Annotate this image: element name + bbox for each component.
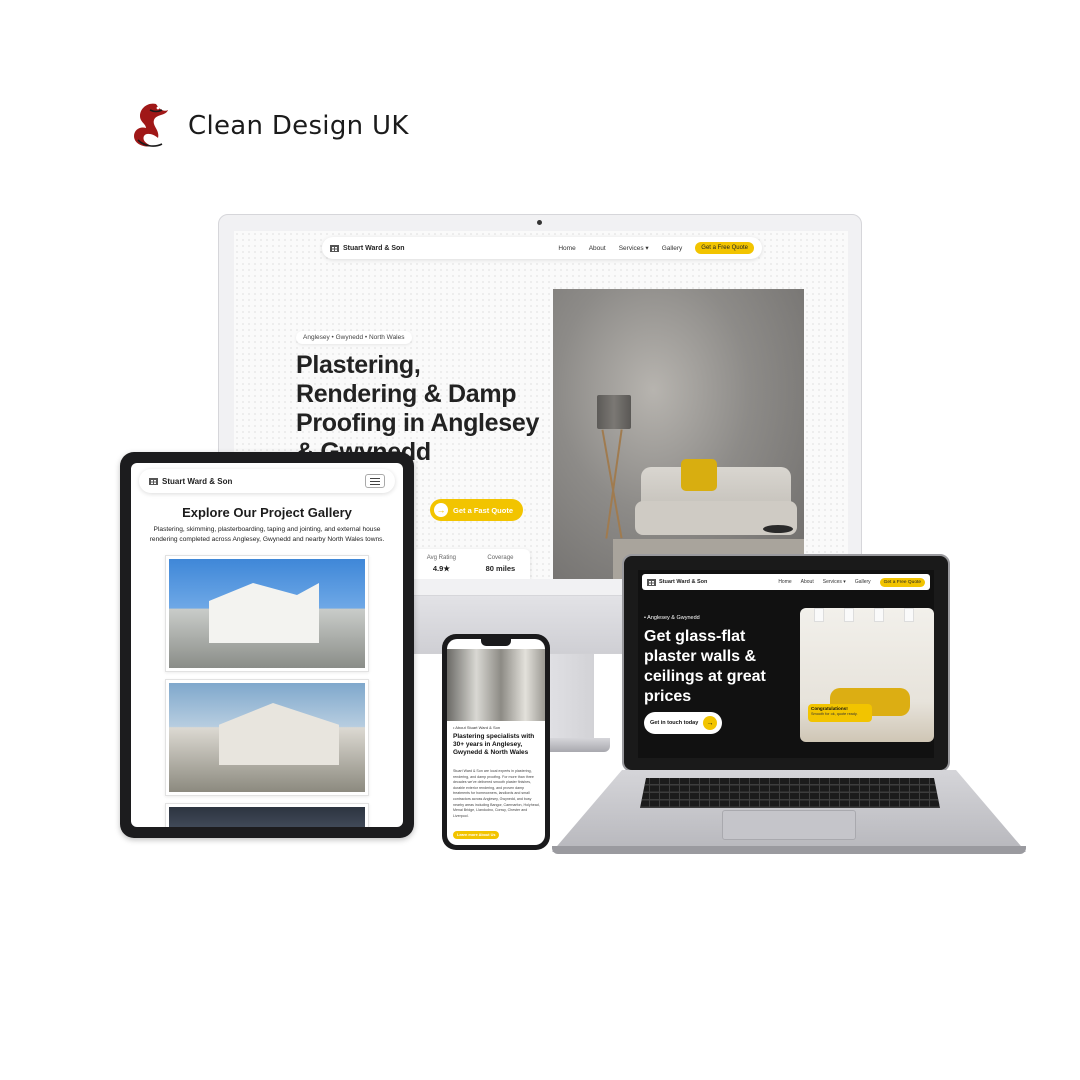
laptop-keyboard	[640, 778, 940, 808]
gallery-photo-rendered-house	[169, 683, 365, 792]
brick-icon	[647, 578, 656, 586]
desktop-logo[interactable]: Stuart Ward & Son	[330, 244, 405, 252]
dragon-logo-icon	[134, 103, 168, 147]
desktop-nav-links: Home About Services ▾ Gallery Get a Free…	[558, 242, 754, 254]
ceiling-beam	[844, 608, 854, 622]
nav-gallery[interactable]: Gallery	[662, 245, 683, 252]
gallery-card[interactable]	[165, 555, 369, 672]
about-us-button[interactable]: Learn more About Us	[453, 831, 500, 839]
toast-text: Smooth for ok, quote ready.	[811, 712, 858, 716]
phone-headline: Plastering specialists with 30+ years in…	[453, 733, 535, 756]
ceiling-beam	[874, 608, 884, 622]
laptop-kicker: • Anglesey & Gwynedd	[644, 615, 700, 621]
gallery-subtitle: Plastering, skimming, plasterboarding, t…	[149, 526, 385, 543]
tablet-device: Stuart Ward & Son Explore Our Project Ga…	[120, 452, 414, 838]
free-quote-button[interactable]: Get a Free Quote	[695, 242, 754, 254]
brick-icon	[330, 244, 339, 252]
phone-notch	[481, 639, 511, 646]
phone-hero-photo	[447, 649, 545, 721]
laptop-nav-links: Home About Services ▾ Gallery Get a Free…	[778, 577, 925, 587]
laptop-room-photo: Congratulations! Smooth for ok, quote re…	[800, 608, 934, 742]
ceiling-beam	[814, 608, 824, 622]
camera-dot	[537, 220, 542, 225]
phone-body-text: Stuart Ward & Son are local experts in p…	[453, 769, 540, 818]
yellow-pillow	[681, 459, 717, 491]
gallery-photo-interior	[169, 807, 365, 827]
showcase-canvas: Clean Design UK Stuart Ward & Son Home A…	[0, 0, 1080, 1080]
nav-gallery[interactable]: Gallery	[855, 579, 871, 585]
lamp-shade	[597, 395, 631, 429]
gallery-title: Explore Our Project Gallery	[182, 505, 352, 520]
tablet-screen: Stuart Ward & Son Explore Our Project Ga…	[131, 463, 403, 827]
stat-label: Avg Rating	[426, 555, 457, 561]
nav-services[interactable]: Services ▾	[619, 244, 649, 252]
gallery-photo-scaffold-house	[169, 559, 365, 668]
congrats-toast: Congratulations! Smooth for ok, quote re…	[808, 704, 872, 722]
brand-header: Clean Design UK	[126, 100, 409, 152]
house-shape	[209, 583, 319, 643]
nav-home[interactable]: Home	[558, 245, 575, 252]
nav-about[interactable]: About	[801, 579, 814, 585]
hero-headline: Plastering, Rendering & Damp Proofing in…	[296, 351, 540, 466]
nav-about[interactable]: About	[589, 245, 606, 252]
toast-title: Congratulations!	[811, 706, 848, 711]
arrow-right-icon: →	[434, 503, 448, 517]
get-in-touch-label: Get in touch today	[650, 720, 699, 726]
laptop-device: Stuart Ward & Son Home About Services ▾ …	[622, 554, 950, 772]
get-in-touch-button[interactable]: Get in touch today →	[644, 712, 722, 734]
nav-home[interactable]: Home	[778, 579, 791, 585]
phone-device: • About Stuart Ward & Son Plastering spe…	[442, 634, 550, 850]
laptop-headline: Get glass-flat plaster walls & ceilings …	[644, 628, 766, 705]
phone-screen: • About Stuart Ward & Son Plastering spe…	[447, 639, 545, 845]
stat-label: Coverage	[487, 555, 514, 561]
stats-card: Avg Rating 4.9★ Coverage 80 miles	[412, 549, 530, 579]
gallery-card[interactable]	[165, 679, 369, 796]
stat-rating: Avg Rating 4.9★	[427, 555, 456, 579]
hamburger-icon[interactable]	[365, 474, 385, 488]
fast-quote-label: Get a Fast Quote	[453, 505, 514, 515]
brand-name: Clean Design UK	[188, 111, 409, 141]
gallery-card[interactable]	[165, 803, 369, 827]
stat-coverage: Coverage 80 miles	[486, 555, 516, 579]
tablet-logo-text[interactable]: Stuart Ward & Son	[162, 477, 232, 486]
fast-quote-button[interactable]: → Get a Fast Quote	[430, 499, 524, 521]
laptop-screen: Stuart Ward & Son Home About Services ▾ …	[638, 570, 934, 758]
location-pill: Anglesey • Gwynedd • North Wales	[296, 331, 412, 344]
desktop-navbar: Stuart Ward & Son Home About Services ▾ …	[322, 237, 762, 259]
stat-value: 80 miles	[485, 564, 516, 573]
arrow-right-icon: →	[703, 716, 717, 730]
lamp-leg	[605, 429, 623, 539]
stat-value: 4.9★	[432, 564, 450, 573]
laptop-front-edge	[552, 846, 1026, 854]
hero-room-photo	[553, 289, 804, 579]
brick-icon	[149, 477, 158, 485]
laptop-logo-text[interactable]: Stuart Ward & Son	[659, 579, 707, 585]
tablet-navbar: Stuart Ward & Son	[139, 469, 395, 493]
free-quote-button[interactable]: Get a Free Quote	[879, 577, 925, 587]
laptop-trackpad	[722, 810, 856, 840]
house-shape	[219, 703, 339, 765]
laptop-navbar: Stuart Ward & Son Home About Services ▾ …	[642, 574, 930, 590]
nav-services[interactable]: Services ▾	[823, 579, 846, 585]
side-table	[763, 525, 793, 533]
phone-kicker: • About Stuart Ward & Son	[453, 725, 501, 730]
desktop-logo-text: Stuart Ward & Son	[343, 244, 405, 252]
ceiling-beam	[904, 608, 914, 622]
